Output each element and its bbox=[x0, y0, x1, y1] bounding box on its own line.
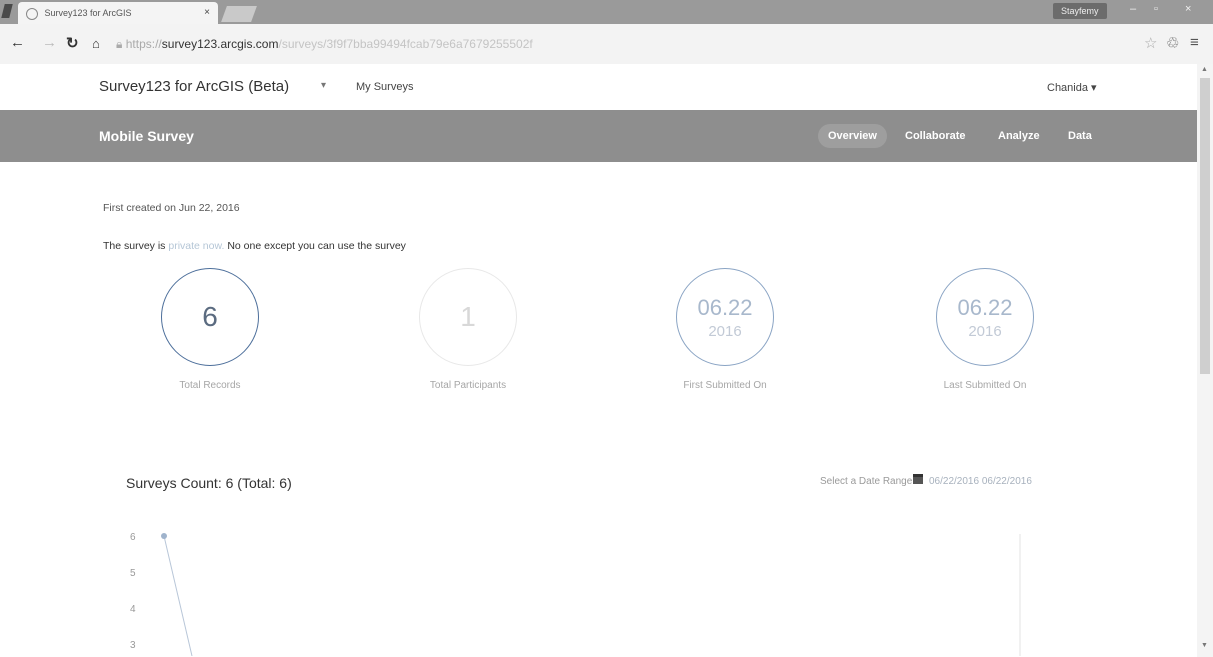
stat-value: 06.22 bbox=[957, 294, 1013, 320]
app-title[interactable]: Survey123 for ArcGIS (Beta) bbox=[99, 78, 289, 95]
back-arrow-icon[interactable]: ← bbox=[10, 34, 25, 51]
date-range-label: Select a Date Range bbox=[820, 476, 913, 487]
created-date-text: First created on Jun 22, 2016 bbox=[103, 202, 240, 214]
browser-logo-icon bbox=[1, 4, 13, 18]
privacy-prefix: The survey is bbox=[103, 240, 169, 252]
calendar-icon[interactable] bbox=[913, 474, 923, 484]
address-bar-row: ← → ↻ ⌂ 🔒︎ https://survey123.arcgis.com/… bbox=[0, 24, 1213, 65]
stat-last-submitted: 06.22 2016 Last Submitted On bbox=[905, 268, 1065, 391]
data-point[interactable] bbox=[161, 533, 167, 539]
stat-label: Total Records bbox=[179, 380, 241, 391]
y-tick-label: 4 bbox=[130, 604, 136, 615]
lock-icon: 🔒︎ bbox=[116, 37, 123, 51]
vertical-scrollbar[interactable]: ▲ ▼ bbox=[1197, 64, 1213, 657]
maximize-icon[interactable]: ▫ bbox=[1154, 3, 1158, 15]
y-tick-label: 6 bbox=[130, 532, 136, 543]
stat-circle: 06.22 2016 bbox=[936, 268, 1034, 366]
new-tab-button[interactable] bbox=[221, 6, 257, 22]
y-tick-label: 3 bbox=[130, 640, 136, 651]
tab-overview[interactable]: Overview bbox=[818, 124, 887, 148]
user-menu[interactable]: Chanida ▾ bbox=[1047, 81, 1097, 94]
bookmark-star-icon[interactable]: ☆ bbox=[1144, 34, 1157, 52]
scroll-down-icon[interactable]: ▼ bbox=[1201, 642, 1208, 649]
survey123-favicon-icon bbox=[26, 7, 38, 20]
surveys-count-chart: 6 5 4 3 bbox=[130, 532, 1021, 656]
url-host: survey123.arcgis.com bbox=[161, 37, 279, 51]
stat-circle: 1 bbox=[419, 268, 517, 366]
stat-value: 6 bbox=[202, 301, 218, 332]
url-scheme: https:// bbox=[125, 37, 162, 51]
y-axis: 6 5 4 3 bbox=[130, 532, 136, 651]
stat-sub: 2016 bbox=[968, 322, 1002, 340]
scrollbar-thumb[interactable] bbox=[1200, 78, 1210, 374]
window-close-icon[interactable]: × bbox=[1185, 3, 1191, 15]
stat-first-submitted: 06.22 2016 First Submitted On bbox=[645, 268, 805, 391]
home-icon[interactable]: ⌂ bbox=[92, 36, 100, 51]
browser-tabstrip: Survey123 for ArcGIS × Stayfemy – ▫ × bbox=[0, 0, 1213, 24]
y-tick-label: 5 bbox=[130, 568, 136, 579]
chevron-down-icon[interactable]: ▾ bbox=[321, 80, 326, 91]
stat-value: 1 bbox=[460, 301, 476, 332]
extension-icon[interactable]: ♲ bbox=[1166, 34, 1179, 52]
menu-icon[interactable]: ≡ bbox=[1190, 34, 1199, 51]
series-line bbox=[161, 533, 193, 656]
browser-tab[interactable]: Survey123 for ArcGIS × bbox=[18, 2, 218, 24]
tab-title: Survey123 for ArcGIS bbox=[44, 8, 132, 18]
survey-title: Mobile Survey bbox=[99, 128, 194, 144]
minimize-icon[interactable]: – bbox=[1130, 3, 1136, 15]
profile-badge[interactable]: Stayfemy bbox=[1053, 3, 1107, 19]
stat-total-records: 6 Total Records bbox=[130, 268, 290, 391]
tab-close-icon[interactable]: × bbox=[204, 2, 210, 24]
app-header: Survey123 for ArcGIS (Beta) ▾ My Surveys… bbox=[0, 64, 1213, 110]
series-segment bbox=[163, 535, 193, 656]
tab-data[interactable]: Data bbox=[1058, 124, 1102, 148]
privacy-status: The survey is private now. No one except… bbox=[103, 240, 406, 252]
survey-bar: Mobile Survey Overview Collaborate Analy… bbox=[0, 110, 1197, 162]
tab-analyze[interactable]: Analyze bbox=[988, 124, 1050, 148]
privacy-suffix: No one except you can use the survey bbox=[224, 240, 406, 252]
stat-circle: 06.22 2016 bbox=[676, 268, 774, 366]
reload-icon[interactable]: ↻ bbox=[66, 34, 79, 52]
stat-label: Total Participants bbox=[429, 380, 507, 391]
stat-value: 06.22 bbox=[697, 294, 753, 320]
scroll-up-icon[interactable]: ▲ bbox=[1201, 66, 1208, 73]
stat-circle: 6 bbox=[161, 268, 259, 366]
stat-sub: 2016 bbox=[708, 322, 742, 340]
stat-label: Last Submitted On bbox=[943, 380, 1027, 391]
stat-label: First Submitted On bbox=[683, 380, 767, 391]
forward-arrow-icon[interactable]: → bbox=[42, 34, 57, 51]
tab-collaborate[interactable]: Collaborate bbox=[895, 124, 976, 148]
url-path: /surveys/3f9f7bba99494fcab79e6a767925550… bbox=[278, 37, 533, 51]
address-input[interactable]: 🔒︎ https://survey123.arcgis.com/surveys/… bbox=[116, 33, 1016, 55]
chart-title: Surveys Count: 6 (Total: 6) bbox=[126, 475, 292, 491]
privacy-link[interactable]: private now. bbox=[168, 240, 224, 252]
stat-total-participants: 1 Total Participants bbox=[388, 268, 548, 391]
date-range-input[interactable]: 06/22/2016 06/22/2016 bbox=[929, 476, 1032, 487]
my-surveys-link[interactable]: My Surveys bbox=[356, 81, 413, 93]
